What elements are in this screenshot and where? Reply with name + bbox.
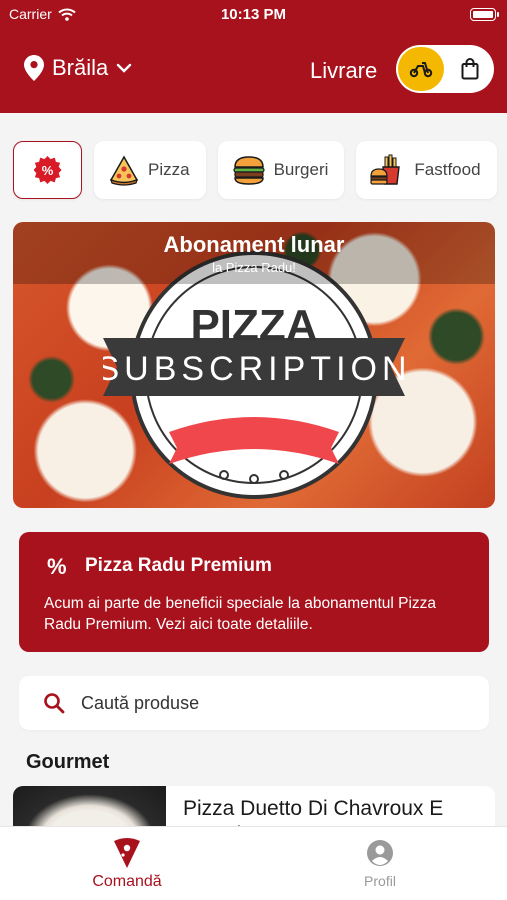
discount-icon: % xyxy=(33,156,62,184)
burger-icon xyxy=(232,156,265,185)
location-pin-icon xyxy=(24,55,44,81)
category-label: Burgeri xyxy=(273,160,329,179)
tab-label: Profil xyxy=(364,873,396,889)
pizza-icon xyxy=(109,155,139,186)
search-placeholder: Caută produse xyxy=(81,692,200,713)
percent-icon: % xyxy=(47,554,67,579)
delivery-scooter-option[interactable] xyxy=(398,47,444,91)
category-burgers[interactable]: Burgeri xyxy=(217,141,345,199)
search-input[interactable]: Caută produse xyxy=(19,676,489,730)
subscription-banner[interactable]: PIZZA SUBSCRIPTION Abonament lunar la Pi… xyxy=(13,222,495,508)
premium-description: Acum ai parte de beneficii speciale la a… xyxy=(44,595,437,633)
tab-order[interactable]: Comandă xyxy=(67,837,187,891)
pizza-slice-tab-icon xyxy=(114,838,140,868)
user-icon xyxy=(367,840,393,866)
category-label: Pizza xyxy=(148,160,190,179)
section-title: Gourmet xyxy=(26,751,110,773)
search-icon xyxy=(44,693,65,714)
location-selector[interactable]: Brăila xyxy=(24,55,132,81)
category-bar: % Pizza Burgeri Fastfood xyxy=(13,141,497,199)
location-city: Brăila xyxy=(52,55,109,80)
logo-word-subscription: SUBSCRIPTION xyxy=(103,350,405,388)
banner-subtitle: la Pizza Radu! xyxy=(212,260,296,275)
category-discounts[interactable]: % xyxy=(13,141,82,199)
premium-title: Pizza Radu Premium xyxy=(85,555,272,576)
battery-icon xyxy=(470,8,499,21)
shopping-bag-icon xyxy=(461,58,479,80)
app-header: Carrier 10:13 PM Brăila Livrare xyxy=(0,0,507,113)
banner-title: Abonament lunar xyxy=(163,232,345,257)
status-time: 10:13 PM xyxy=(220,6,287,23)
tab-label: Comandă xyxy=(92,873,162,890)
category-fastfood[interactable]: Fastfood xyxy=(356,141,497,199)
status-bar: Carrier 10:13 PM xyxy=(0,6,507,24)
tab-profile[interactable]: Profil xyxy=(320,837,440,889)
logo-word-pizza: PIZZA xyxy=(190,301,317,350)
chevron-down-icon xyxy=(117,63,132,73)
pickup-bag-option[interactable] xyxy=(458,57,482,81)
category-pizza[interactable]: Pizza xyxy=(94,141,206,199)
delivery-label: Livrare xyxy=(310,58,378,83)
premium-info-card[interactable]: % Pizza Radu Premium Acum ai parte de be… xyxy=(19,532,489,652)
fastfood-icon xyxy=(370,154,401,185)
category-label: Fastfood xyxy=(414,160,481,179)
delivery-mode-toggle[interactable] xyxy=(396,45,494,93)
scooter-icon xyxy=(409,62,433,78)
bottom-tab-bar: Comandă Profil xyxy=(0,826,507,900)
